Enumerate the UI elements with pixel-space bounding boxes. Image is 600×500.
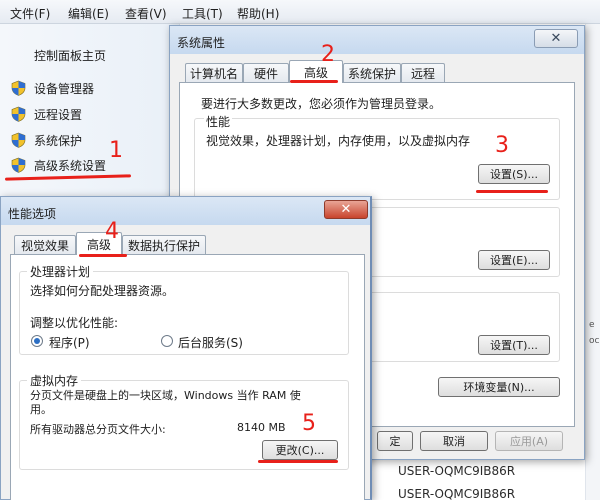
tab-computer-name[interactable]: 计算机名 bbox=[185, 63, 243, 83]
apply-button[interactable]: 应用(A) bbox=[495, 431, 563, 451]
total-paging-file-value: 8140 MB bbox=[237, 421, 286, 434]
uac-shield-icon bbox=[11, 106, 26, 122]
link-label: 高级系统设置 bbox=[34, 158, 107, 173]
tab-system-protection[interactable]: 系统保护 bbox=[343, 63, 401, 83]
annotation-number: 3 bbox=[495, 133, 509, 158]
performance-group-label: 性能 bbox=[204, 113, 233, 130]
radio-programs[interactable] bbox=[31, 335, 43, 347]
clipped-text: oc bbox=[589, 336, 600, 346]
menu-help[interactable]: 帮助(H) bbox=[237, 5, 279, 22]
environment-variables-button[interactable]: 环境变量(N)... bbox=[438, 377, 560, 397]
computer-name-value: USER-OQMC9IB86R bbox=[398, 487, 516, 500]
computer-name-value: USER-OQMC9IB86R bbox=[398, 464, 516, 478]
link-device-manager[interactable]: 设备管理器 bbox=[11, 78, 94, 98]
menu-edit[interactable]: 编辑(E) bbox=[68, 5, 109, 22]
annotation-underline bbox=[258, 460, 338, 463]
dialog-titlebar: 性能选项 ✕ bbox=[1, 197, 370, 225]
dialog-title: 性能选项 bbox=[8, 207, 57, 221]
tab-hardware[interactable]: 硬件 bbox=[243, 63, 289, 83]
close-button[interactable]: ✕ bbox=[324, 200, 368, 219]
link-label: 设备管理器 bbox=[34, 81, 95, 96]
close-icon: ✕ bbox=[340, 202, 352, 217]
virtual-memory-description-cont: 用。 bbox=[30, 403, 52, 416]
close-button[interactable]: ✕ bbox=[534, 29, 578, 48]
uac-shield-icon bbox=[11, 157, 26, 173]
dialog-titlebar: 系统属性 ✕ bbox=[170, 26, 584, 54]
right-scroll-edge: e oc bbox=[585, 24, 600, 500]
total-paging-file-label: 所有驱动器总分页文件大小: bbox=[30, 423, 166, 436]
processor-scheduling-description: 选择如何分配处理器资源。 bbox=[30, 284, 175, 298]
uac-shield-icon bbox=[11, 132, 26, 148]
close-icon: ✕ bbox=[550, 31, 562, 46]
menu-tools[interactable]: 工具(T) bbox=[182, 5, 223, 22]
cancel-button[interactable]: 取消 bbox=[420, 431, 488, 451]
link-advanced-system-settings[interactable]: 高级系统设置 bbox=[11, 155, 106, 175]
performance-description: 视觉效果，处理器计划，内存使用，以及虚拟内存 bbox=[206, 134, 471, 148]
change-virtual-memory-button[interactable]: 更改(C)... bbox=[262, 440, 338, 460]
annotation-number: 2 bbox=[321, 42, 335, 67]
annotation-underline bbox=[79, 254, 127, 257]
processor-scheduling-label: 处理器计划 bbox=[27, 263, 94, 280]
menu-bar: 文件(F) 编辑(E) 查看(V) 工具(T) 帮助(H) bbox=[0, 0, 600, 24]
tab-data-execution-prevention[interactable]: 数据执行保护 bbox=[122, 235, 206, 255]
ok-button[interactable]: 定 bbox=[377, 431, 413, 451]
uac-shield-icon bbox=[11, 80, 26, 96]
tab-visual-effects[interactable]: 视觉效果 bbox=[14, 235, 76, 255]
dialog-title: 系统属性 bbox=[177, 36, 226, 50]
link-label: 远程设置 bbox=[34, 107, 83, 122]
startup-recovery-settings-button[interactable]: 设置(T)... bbox=[478, 335, 550, 355]
admin-note: 要进行大多数更改，您必须作为管理员登录。 bbox=[201, 97, 442, 111]
tab-remote[interactable]: 远程 bbox=[401, 63, 445, 83]
annotation-number: 5 bbox=[302, 411, 316, 436]
radio-background-services[interactable] bbox=[161, 335, 173, 347]
menu-view[interactable]: 查看(V) bbox=[125, 5, 167, 22]
annotation-underline bbox=[476, 190, 548, 193]
menu-file[interactable]: 文件(F) bbox=[10, 5, 50, 22]
radio-programs-label[interactable]: 程序(P) bbox=[49, 334, 90, 351]
adjust-for-label: 调整以优化性能: bbox=[30, 316, 119, 330]
link-system-protection[interactable]: 系统保护 bbox=[11, 130, 82, 150]
performance-settings-button[interactable]: 设置(S)... bbox=[478, 164, 550, 184]
link-remote-settings[interactable]: 远程设置 bbox=[11, 104, 82, 124]
annotation-number: 4 bbox=[105, 219, 119, 244]
annotation-underline bbox=[290, 80, 338, 83]
performance-options-dialog: 性能选项 ✕ 视觉效果 高级 数据执行保护 处理器计划 选择如何分配处理器资源。… bbox=[0, 196, 372, 500]
clipped-text: e bbox=[589, 320, 595, 330]
virtual-memory-description: 分页文件是硬盘上的一块区域，Windows 当作 RAM 使 bbox=[30, 389, 301, 402]
control-panel-home-link[interactable]: 控制面板主页 bbox=[34, 47, 106, 64]
annotation-number: 1 bbox=[109, 138, 123, 163]
radio-background-services-label[interactable]: 后台服务(S) bbox=[178, 334, 243, 351]
link-label: 系统保护 bbox=[34, 133, 83, 148]
advanced-tab-panel: 处理器计划 选择如何分配处理器资源。 调整以优化性能: 程序(P) 后台服务(S… bbox=[10, 254, 365, 500]
user-profiles-settings-button[interactable]: 设置(E)... bbox=[478, 250, 550, 270]
performance-group bbox=[194, 118, 560, 200]
